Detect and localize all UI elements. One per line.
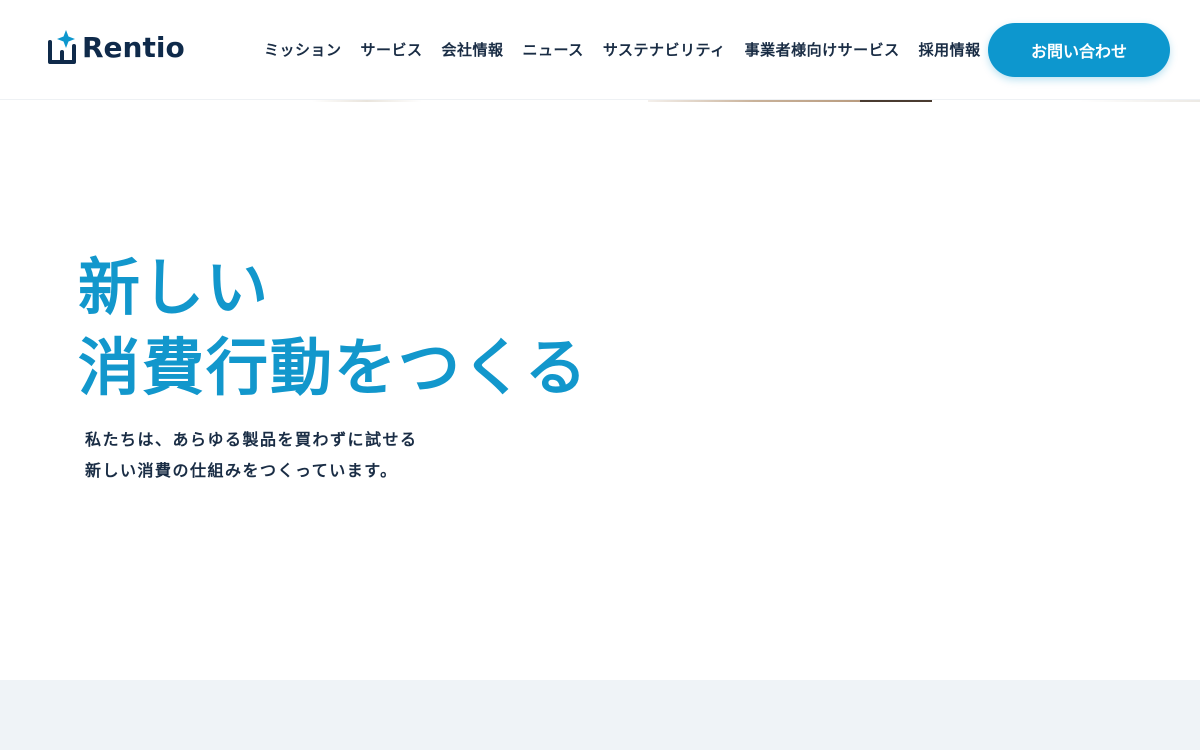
hero-title-line: 消費行動をつくる xyxy=(78,331,589,404)
hero-title-line: 新しい xyxy=(78,251,271,324)
nav-item-business-services[interactable]: 事業者様向けサービス xyxy=(745,38,900,62)
hero-image-edge xyxy=(1080,100,1200,102)
hero-description: 私たちは、あらゆる製品を買わずに試せる 新しい消費の仕組みをつくっています。 xyxy=(85,424,418,486)
hero-image-edge xyxy=(648,100,860,102)
nav-item-sustainability[interactable]: サステナビリティ xyxy=(603,38,726,62)
hero-title: 新しい 消費行動をつくる xyxy=(78,248,589,408)
hero-image-edge xyxy=(312,100,422,102)
site-header: Rentio ミッション サービス 会社情報 ニュース サステナビリティ 事業者… xyxy=(0,0,1200,100)
nav-item-services[interactable]: サービス xyxy=(361,38,423,62)
hero-description-line: 私たちは、あらゆる製品を買わずに試せる xyxy=(85,430,418,449)
hero-image-edge xyxy=(860,100,932,102)
next-section-band xyxy=(0,680,1200,750)
nav-item-company[interactable]: 会社情報 xyxy=(442,38,504,62)
contact-button[interactable]: お問い合わせ xyxy=(988,23,1170,77)
nav-item-news[interactable]: ニュース xyxy=(523,38,584,62)
logo-wordmark: Rentio xyxy=(82,31,185,64)
main-nav: ミッション サービス 会社情報 ニュース サステナビリティ 事業者様向けサービス… xyxy=(264,38,981,62)
house-with-sparkle-icon xyxy=(48,30,76,64)
nav-item-careers[interactable]: 採用情報 xyxy=(919,38,981,62)
nav-item-mission[interactable]: ミッション xyxy=(264,38,342,62)
page: Rentio ミッション サービス 会社情報 ニュース サステナビリティ 事業者… xyxy=(0,0,1200,750)
site-logo[interactable]: Rentio xyxy=(46,28,185,68)
hero-description-line: 新しい消費の仕組みをつくっています。 xyxy=(85,461,398,480)
